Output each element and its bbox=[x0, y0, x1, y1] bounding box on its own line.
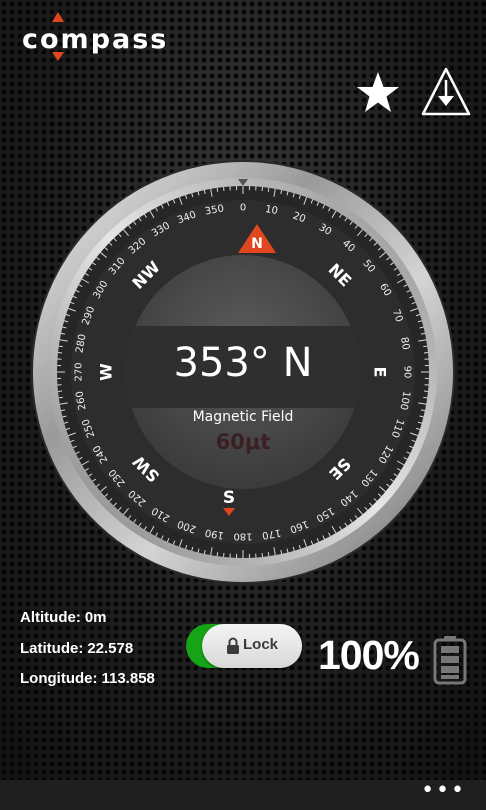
lock-toggle-knob: Lock bbox=[202, 624, 302, 668]
lock-label: Lock bbox=[243, 636, 279, 653]
magnetic-field-label: Magnetic Field bbox=[192, 409, 294, 425]
logo-arrow-down-icon bbox=[52, 52, 64, 61]
longitude-row: Longitude: 113.858 bbox=[20, 670, 155, 687]
app-logo: compass bbox=[22, 10, 197, 62]
star-icon bbox=[357, 72, 399, 112]
longitude-label: Longitude: bbox=[20, 670, 98, 687]
latitude-label: Latitude: bbox=[20, 640, 84, 657]
altitude-row: Altitude: 0m bbox=[20, 609, 107, 626]
calibrate-icon bbox=[421, 67, 471, 116]
longitude-value: 113.858 bbox=[101, 670, 155, 687]
battery-percent: 100% bbox=[318, 632, 420, 678]
latitude-value: 22.578 bbox=[87, 640, 134, 657]
more-options-button[interactable]: ••• bbox=[421, 780, 466, 810]
altitude-label: Altitude: bbox=[20, 609, 81, 626]
lock-toggle[interactable]: Lock bbox=[186, 624, 302, 668]
battery-icon bbox=[433, 636, 467, 685]
app-logo-text: compass bbox=[22, 24, 169, 55]
app-bar: ••• bbox=[0, 780, 486, 810]
favorite-button[interactable] bbox=[354, 70, 402, 116]
magnetic-field-value: 60μt bbox=[215, 430, 271, 454]
altitude-value: 0m bbox=[84, 609, 107, 626]
heading-readout: 353° N bbox=[173, 340, 313, 386]
latitude-row: Latitude: 22.578 bbox=[20, 640, 133, 657]
calibrate-button[interactable] bbox=[420, 66, 472, 118]
lock-icon bbox=[227, 637, 239, 654]
logo-arrow-up-icon bbox=[52, 12, 64, 22]
